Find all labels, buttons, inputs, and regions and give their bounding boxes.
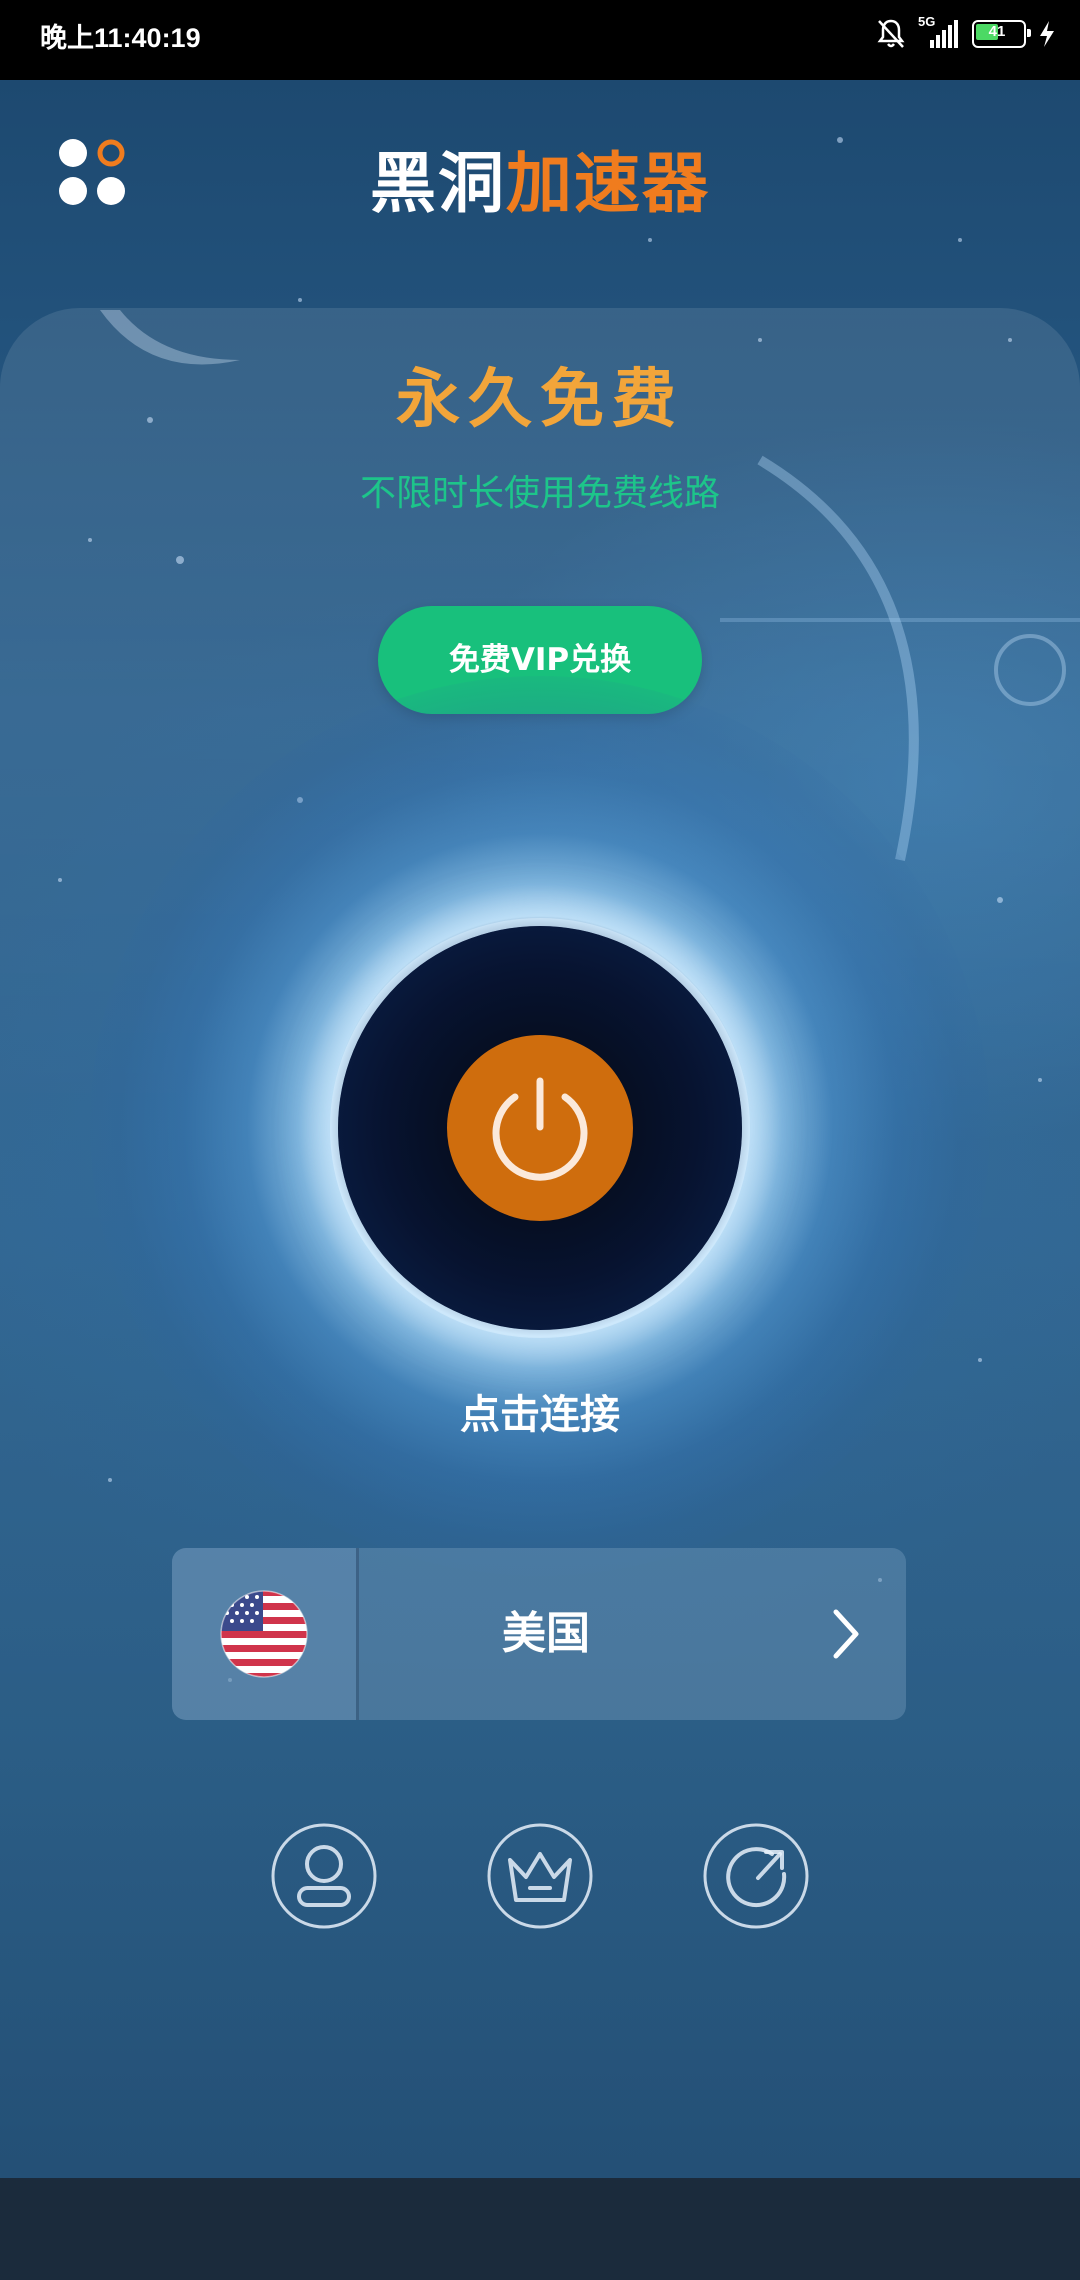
crown-icon[interactable] bbox=[486, 1822, 594, 1930]
connect-power-button[interactable] bbox=[447, 1035, 633, 1221]
app-background: 黑洞加速器 永久免费 不限时长使用免费线路 免费VIP兑换 点击连接 美国 bbox=[0, 80, 1080, 2178]
subheadline: 不限时长使用免费线路 bbox=[359, 473, 720, 514]
status-time: 晚上11:40:19 bbox=[40, 23, 201, 53]
status-bar: 晚上11:40:19 5G 41 bbox=[0, 0, 1080, 80]
app-logo-title: 黑洞加速器 bbox=[0, 130, 1080, 226]
battery-level: 41 bbox=[988, 23, 1006, 40]
connect-label[interactable]: 点击连接 bbox=[0, 1382, 1080, 1440]
mute-bell-icon bbox=[877, 19, 905, 48]
region-name: 美国 bbox=[502, 1608, 590, 1659]
charging-icon bbox=[1040, 21, 1054, 47]
us-flag-icon bbox=[220, 1590, 308, 1678]
power-icon bbox=[492, 1077, 588, 1181]
user-icon[interactable] bbox=[270, 1822, 378, 1930]
chevron-right-icon bbox=[833, 1609, 859, 1659]
logo-title-part2: 加速器 bbox=[506, 145, 710, 222]
region-selector[interactable]: 美国 bbox=[172, 1548, 906, 1720]
headline: 永久免费 bbox=[396, 363, 684, 437]
status-icons: 5G 41 bbox=[876, 14, 1056, 54]
flag-cell bbox=[172, 1548, 359, 1720]
battery-icon: 41 bbox=[972, 20, 1031, 48]
signal-icon: 5G bbox=[918, 14, 960, 50]
bottom-strip bbox=[0, 2178, 1080, 2280]
logo-title-part1: 黑洞 bbox=[370, 145, 506, 222]
share-icon[interactable] bbox=[702, 1822, 810, 1930]
